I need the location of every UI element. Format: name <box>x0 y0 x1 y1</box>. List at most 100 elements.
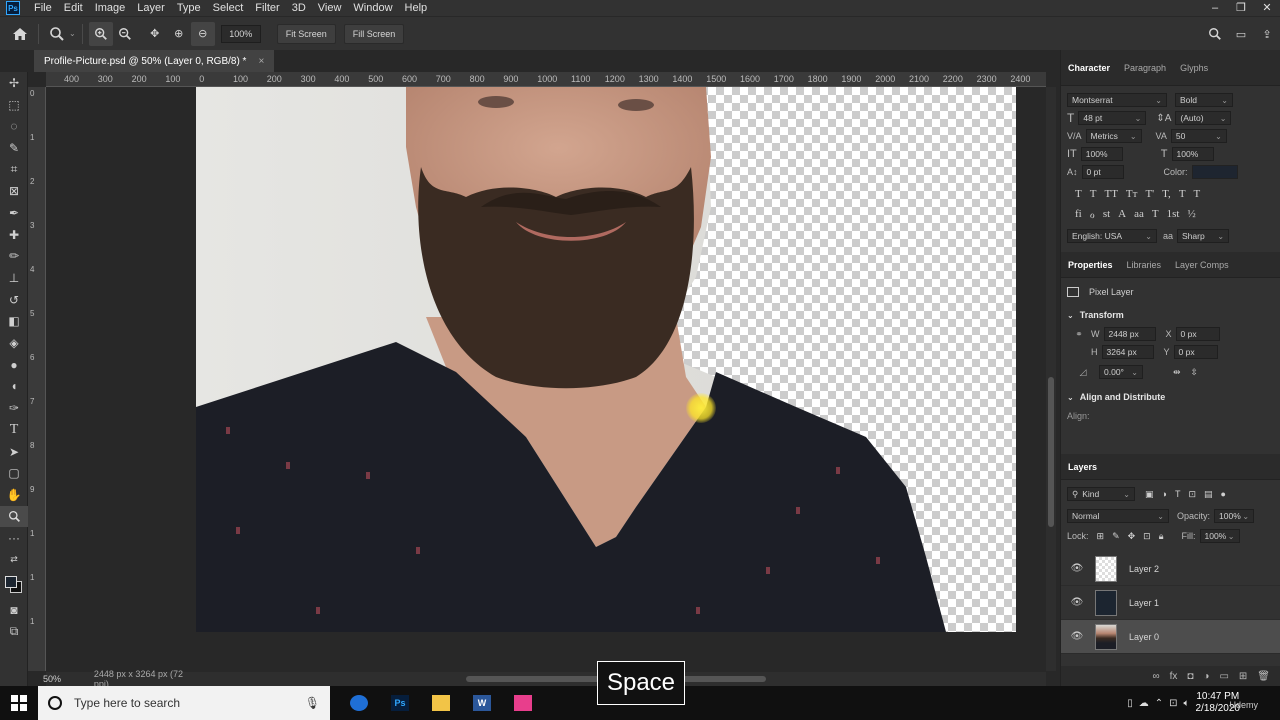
opentype-button[interactable]: ℴ <box>1090 208 1095 221</box>
resize-windows-icon[interactable]: ✥ <box>143 22 167 46</box>
menu-3d[interactable]: 3D <box>286 2 312 14</box>
healing-brush-tool-icon[interactable]: ✚ <box>0 224 28 246</box>
chevron-down-icon[interactable]: ⌄ <box>69 29 76 38</box>
antialias-select[interactable]: Sharp <box>1177 229 1230 243</box>
fill-field[interactable]: 100% <box>1199 529 1240 543</box>
tab-character[interactable]: Character <box>1061 63 1117 73</box>
close-icon[interactable]: × <box>258 56 264 67</box>
type-style-button[interactable]: T, <box>1162 188 1171 200</box>
tracking-field[interactable]: 50 <box>1170 129 1227 143</box>
dodge-tool-icon[interactable]: ◖ <box>0 376 28 398</box>
tab-glyphs[interactable]: Glyphs <box>1173 63 1215 73</box>
opacity-field[interactable]: 100% <box>1214 509 1255 523</box>
type-tool-icon[interactable]: T <box>0 419 28 441</box>
menu-view[interactable]: View <box>312 2 348 14</box>
tab-layers[interactable]: Layers <box>1061 462 1104 472</box>
vertical-scale-field[interactable]: 100% <box>1080 147 1123 161</box>
menu-select[interactable]: Select <box>207 2 250 14</box>
flip-vertical-icon[interactable]: ⇳ <box>1191 367 1199 378</box>
quick-mask-icon[interactable]: ◙ <box>0 599 28 621</box>
layer-row[interactable]: 👁︎ Layer 1 <box>1061 586 1280 620</box>
fit-screen-button[interactable]: Fit Screen <box>276 23 336 44</box>
language-select[interactable]: English: USA <box>1067 229 1157 243</box>
screen-mode-icon[interactable]: ⧉ <box>0 621 28 643</box>
tab-paragraph[interactable]: Paragraph <box>1117 63 1173 73</box>
height-field[interactable]: 3264 px <box>1101 345 1154 359</box>
layer-footer-icon[interactable]: fx <box>1170 671 1178 682</box>
opentype-button[interactable]: 1st <box>1167 208 1180 220</box>
battery-icon[interactable]: ▯ <box>1127 698 1133 709</box>
document-canvas[interactable] <box>196 87 1016 632</box>
zoom-all-windows-icon[interactable]: ⊕ <box>167 22 191 46</box>
zoom-tool-icon[interactable] <box>0 505 28 528</box>
lock-artboard-icon[interactable]: ⊡ <box>1143 531 1151 542</box>
clone-stamp-tool-icon[interactable]: ⊥ <box>0 267 28 289</box>
zoom-tool-preset-icon[interactable] <box>45 22 69 46</box>
visibility-eye-icon[interactable]: 👁︎ <box>1067 597 1087 608</box>
blur-tool-icon[interactable]: ● <box>0 354 28 376</box>
tab-properties[interactable]: Properties <box>1061 260 1120 270</box>
zoom-in-icon[interactable] <box>88 21 113 46</box>
document-tab[interactable]: Profile-Picture.psd @ 50% (Layer 0, RGB/… <box>34 50 275 72</box>
share-icon[interactable]: ⇪ <box>1254 22 1280 46</box>
taskbar-app-photoshop[interactable]: Ps <box>380 686 420 720</box>
filter-toggle-icon[interactable]: ● <box>1221 489 1226 499</box>
layer-footer-icon[interactable]: ◑ <box>1203 671 1209 682</box>
width-field[interactable]: 2448 px <box>1103 327 1156 341</box>
menu-layer[interactable]: Layer <box>131 2 171 14</box>
opentype-button[interactable]: st <box>1103 208 1110 220</box>
history-brush-tool-icon[interactable]: ↺ <box>0 289 28 311</box>
layer-footer-icon[interactable]: 🗑 <box>1257 671 1270 682</box>
vertical-scrollbar[interactable] <box>1046 87 1056 671</box>
tab-layer-comps[interactable]: Layer Comps <box>1168 260 1236 270</box>
taskbar-search[interactable]: Type here to search 🎙︎ <box>38 686 330 720</box>
lock-all-icon[interactable]: 🔒︎ <box>1159 531 1164 542</box>
close-window-icon[interactable]: ✕ <box>1254 0 1280 16</box>
chevron-up-icon[interactable]: ⌃ <box>1155 698 1163 709</box>
more-tools-icon[interactable]: ··· <box>0 527 28 549</box>
transform-section[interactable]: ⌄ Transform <box>1061 306 1280 324</box>
leading-field[interactable]: (Auto) <box>1175 111 1232 125</box>
restore-icon[interactable]: ❐ <box>1228 0 1254 16</box>
microphone-icon[interactable]: 🎙︎ <box>305 696 320 710</box>
blend-mode-select[interactable]: Normal <box>1067 509 1169 523</box>
crop-tool-icon[interactable]: ⌗ <box>0 159 28 181</box>
scrubby-zoom-icon[interactable]: ⊖ <box>190 21 215 46</box>
zoom-out-icon[interactable] <box>113 22 137 46</box>
cloud-icon[interactable]: ☁ <box>1139 698 1149 709</box>
home-icon[interactable] <box>8 22 32 46</box>
opentype-button[interactable]: fi <box>1075 208 1082 220</box>
pen-tool-icon[interactable]: ✑ <box>0 397 28 419</box>
fill-screen-button[interactable]: Fill Screen <box>343 23 405 44</box>
menu-window[interactable]: Window <box>347 2 398 14</box>
path-selection-tool-icon[interactable]: ➤ <box>0 441 28 463</box>
visibility-eye-icon[interactable]: 👁︎ <box>1067 563 1087 574</box>
menu-image[interactable]: Image <box>89 2 132 14</box>
eraser-tool-icon[interactable]: ◧ <box>0 311 28 333</box>
filter-pixel-icon[interactable]: ▣ <box>1145 489 1154 500</box>
status-zoom[interactable]: 50% <box>28 674 74 684</box>
layer-footer-icon[interactable]: ∞ <box>1152 671 1159 682</box>
y-field[interactable]: 0 px <box>1173 345 1218 359</box>
zoom-percent-field[interactable]: 100% <box>220 24 261 43</box>
text-color-swatch[interactable] <box>1191 165 1238 179</box>
horizontal-scale-field[interactable]: 100% <box>1171 147 1214 161</box>
filter-type-icon[interactable]: T <box>1175 489 1181 499</box>
filter-shape-icon[interactable]: ⊡ <box>1188 489 1196 500</box>
swap-colors-icon[interactable]: ⇄ <box>0 549 28 571</box>
marquee-tool-icon[interactable]: ⬚ <box>0 94 28 116</box>
font-family-select[interactable]: Montserrat <box>1067 93 1167 107</box>
lock-pixels-icon[interactable]: ✎ <box>1112 531 1120 542</box>
type-style-button[interactable]: T' <box>1145 188 1154 200</box>
paint-bucket-tool-icon[interactable]: ◈ <box>0 332 28 354</box>
search-icon[interactable] <box>1202 22 1228 46</box>
type-style-button[interactable]: T <box>1075 188 1082 200</box>
minimize-icon[interactable]: – <box>1202 0 1228 16</box>
brush-tool-icon[interactable]: ✏ <box>0 246 28 268</box>
type-style-button[interactable]: T <box>1194 188 1201 200</box>
quick-selection-tool-icon[interactable]: ✎ <box>0 137 28 159</box>
visibility-eye-icon[interactable]: 👁︎ <box>1067 631 1087 642</box>
opentype-button[interactable]: aa <box>1134 208 1144 220</box>
opentype-button[interactable]: T <box>1152 208 1159 220</box>
layer-row[interactable]: 👁︎ Layer 0 <box>1061 620 1280 654</box>
